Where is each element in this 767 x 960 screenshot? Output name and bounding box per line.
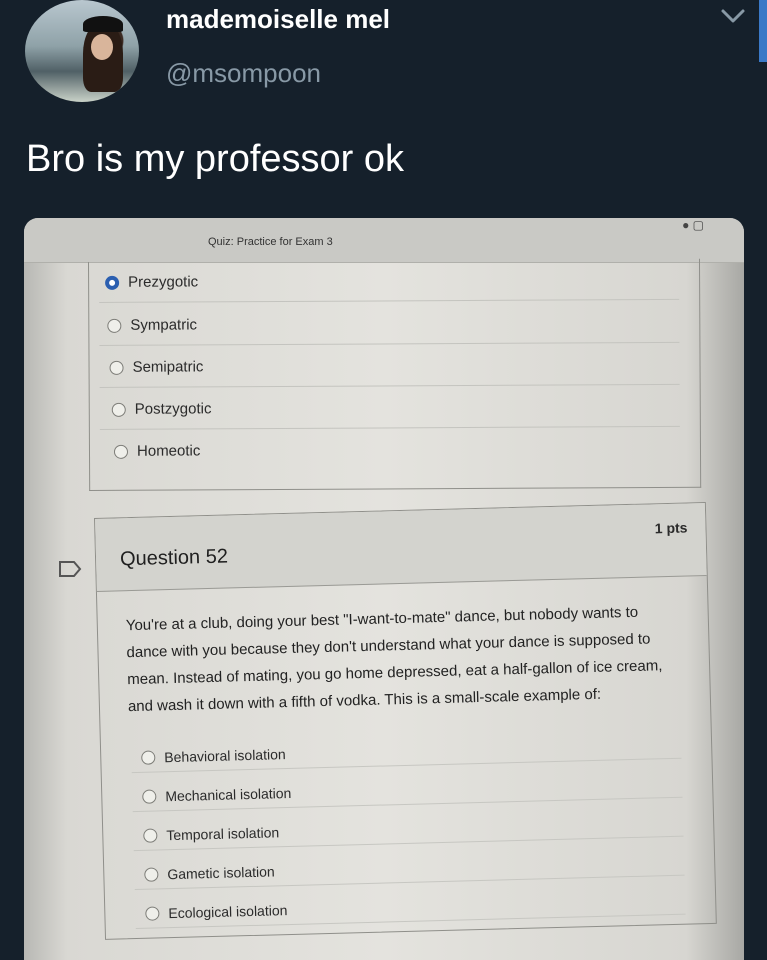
scrollbar-accent (759, 0, 767, 62)
answer-option-label: Mechanical isolation (165, 784, 292, 804)
option-divider (99, 383, 680, 388)
question-52-points: 1 pts (654, 519, 688, 537)
question-52-header: Question 52 1 pts (95, 503, 707, 592)
window-control-icons: ● ▢ (682, 218, 704, 232)
chevron-down-icon[interactable] (720, 6, 746, 26)
answer-option-label: Homeotic (136, 442, 201, 460)
bookmark-flag-icon[interactable] (58, 560, 82, 578)
answer-option-label: Gametic isolation (167, 862, 275, 882)
answer-option[interactable]: Semipatric (109, 358, 204, 376)
answer-option-label: Temporal isolation (166, 823, 280, 843)
answer-option-label: Behavioral isolation (164, 745, 286, 765)
quiz-title: Quiz: Practice for Exam 3 (208, 236, 333, 248)
radio-icon[interactable] (141, 749, 156, 765)
answer-option-label: Sympatric (130, 316, 198, 334)
display-name[interactable]: mademoiselle mel (166, 4, 390, 35)
radio-icon[interactable] (144, 866, 159, 882)
tweet-text: Bro is my professor ok (26, 138, 404, 180)
answer-option-label: Semipatric (132, 358, 204, 376)
answer-option[interactable]: Postzygotic (111, 400, 212, 418)
radio-icon[interactable] (111, 402, 126, 417)
quiz-title-bar: Quiz: Practice for Exam 3 ● ▢ (24, 218, 744, 263)
answer-option[interactable]: Homeotic (113, 442, 201, 460)
question-52-panel: Question 52 1 pts You're at a club, doin… (94, 501, 717, 940)
tweet-header: mademoiselle mel @msompoon (0, 0, 767, 120)
radio-selected-icon[interactable] (105, 275, 120, 290)
option-divider (99, 341, 680, 346)
radio-icon[interactable] (107, 318, 122, 333)
avatar-hat (83, 16, 123, 32)
avatar[interactable] (25, 0, 139, 102)
radio-icon[interactable] (145, 905, 160, 921)
answer-option-label: Postzygotic (134, 400, 212, 418)
radio-icon[interactable] (109, 360, 124, 375)
option-divider (99, 425, 680, 430)
answer-option[interactable]: Sympatric (107, 316, 198, 334)
question-52-title: Question 52 (119, 545, 229, 571)
question-52-text: You're at a club, doing your best "I-wan… (125, 598, 688, 721)
question-52-options: Behavioral isolation Mechanical isolation… (131, 724, 686, 933)
tweet-photo[interactable]: Quiz: Practice for Exam 3 ● ▢ Prezygotic… (24, 218, 744, 960)
avatar-face (91, 34, 113, 60)
radio-icon[interactable] (142, 788, 157, 804)
radio-icon[interactable] (113, 444, 129, 459)
radio-icon[interactable] (143, 827, 158, 843)
answer-option[interactable]: Prezygotic (105, 273, 199, 291)
option-divider (99, 298, 680, 303)
answer-option-label: Ecological isolation (168, 901, 288, 921)
answer-option-label: Prezygotic (128, 273, 199, 291)
user-handle[interactable]: @msompoon (166, 58, 321, 89)
previous-question-panel: Prezygotic Sympatric Semipatric Postzygotic… (88, 258, 702, 491)
